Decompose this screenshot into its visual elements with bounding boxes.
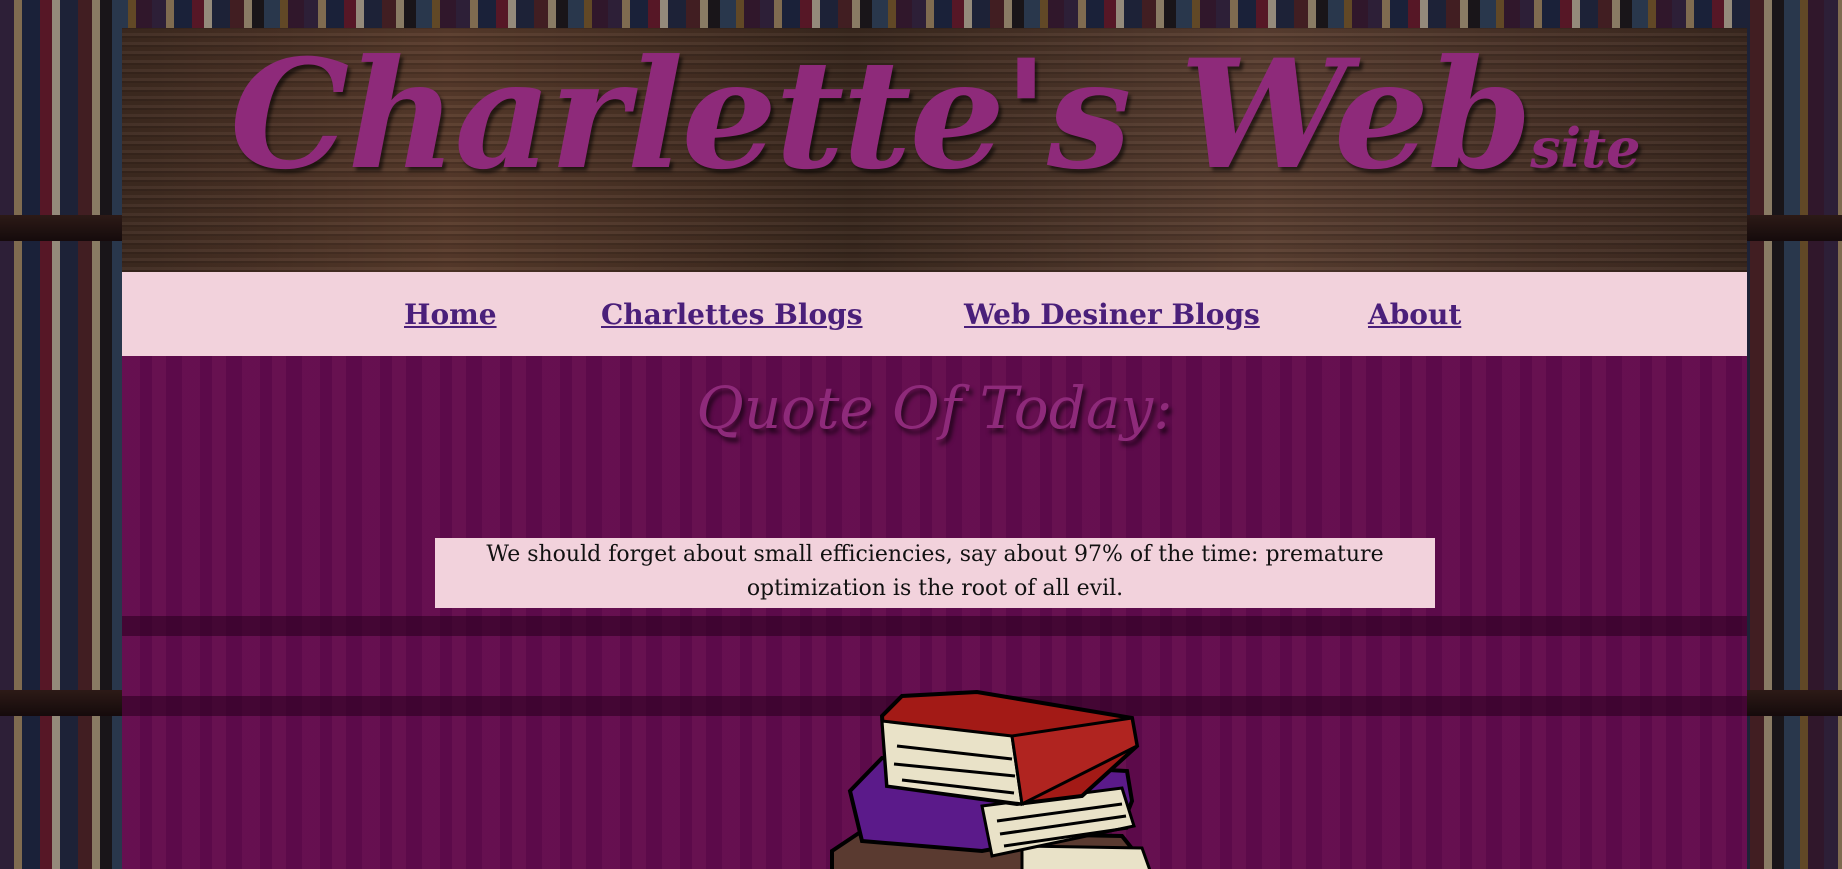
stack-of-books-icon (722, 676, 1302, 869)
main-nav: Home Charlettes Blogs Web Desiner Blogs … (122, 272, 1747, 356)
quote-text: We should forget about small efficiencie… (486, 542, 1384, 601)
main-content: Quote Of Today: We should forget about s… (122, 356, 1747, 869)
shelf-band (122, 616, 1747, 636)
nav-web-desiner-blogs-link[interactable]: Web Desiner Blogs (964, 298, 1260, 331)
page-container: Charlette's Website Home Charlettes Blog… (122, 28, 1747, 869)
site-title: Charlette's Website (230, 40, 1640, 190)
nav-home-link[interactable]: Home (404, 298, 497, 331)
site-title-text: Charlette's Web (230, 28, 1532, 203)
nav-about-link[interactable]: About (1368, 298, 1461, 331)
quote-box: We should forget about small efficiencie… (435, 538, 1435, 608)
site-title-suffix: site (1530, 116, 1641, 180)
nav-charlettes-blogs-link[interactable]: Charlettes Blogs (601, 298, 863, 331)
site-header: Charlette's Website (122, 28, 1747, 272)
quote-heading: Quote Of Today: (696, 374, 1173, 442)
